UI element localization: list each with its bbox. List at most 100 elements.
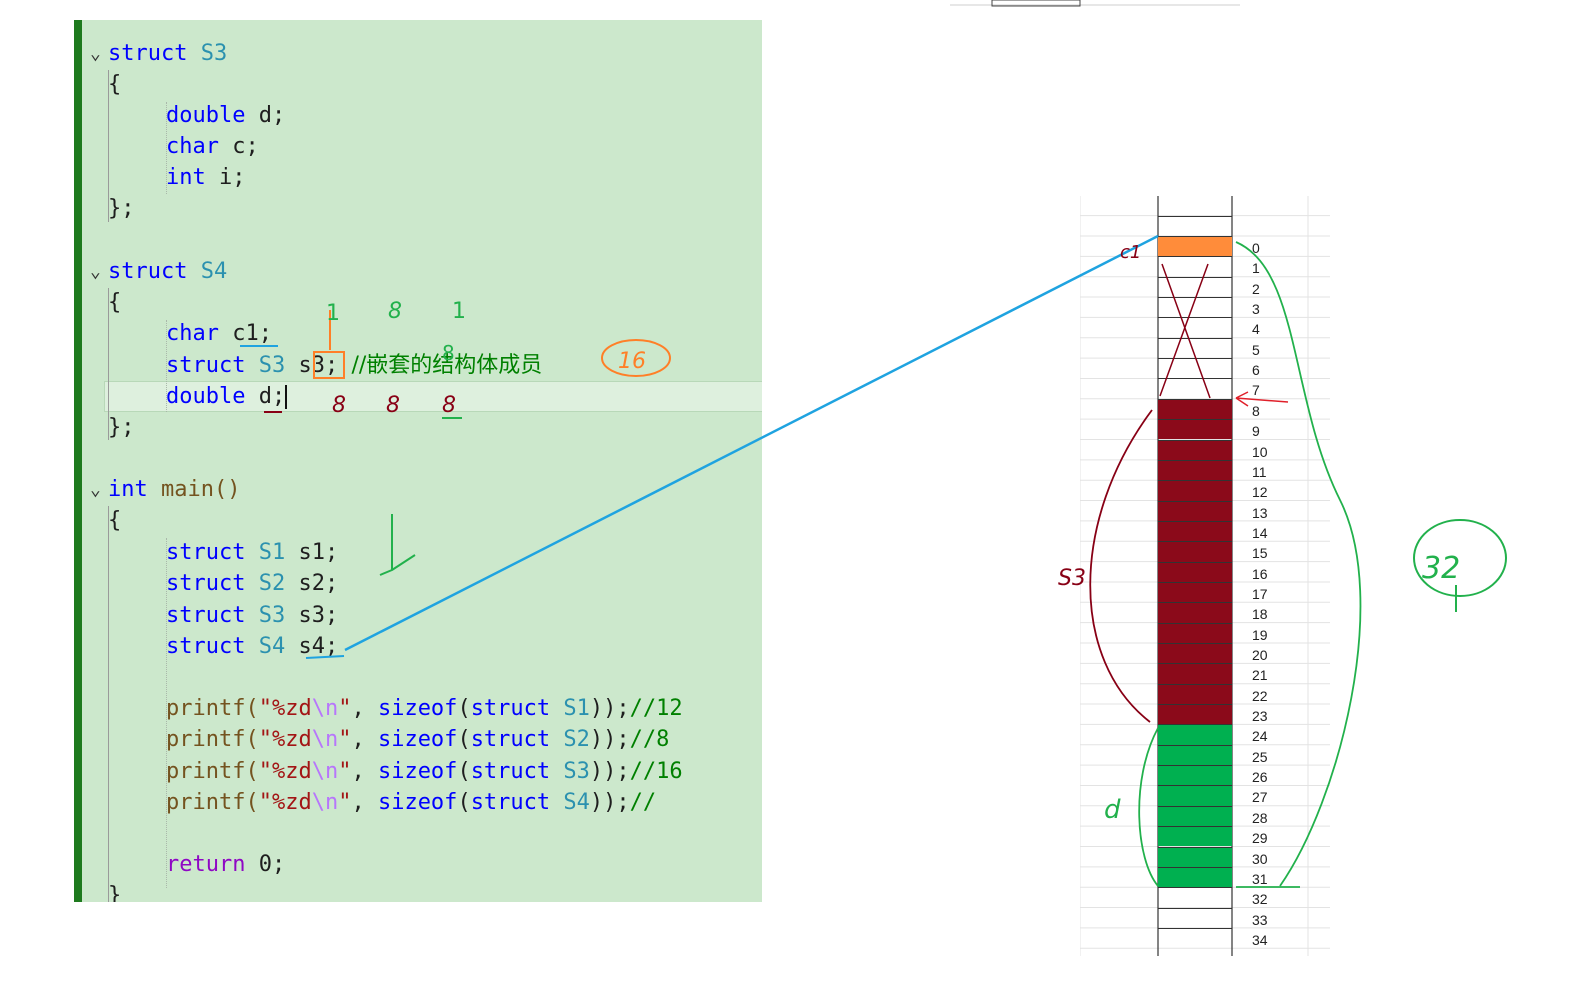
code-line[interactable]: struct S3 s3; //嵌套的结构体成员 [166,350,542,381]
code-line[interactable]: { [108,69,121,100]
byte-offset-label: 32 [1252,891,1268,908]
byte-offset-label: 1 [1252,260,1260,277]
memory-cell [1158,561,1232,582]
memory-cell [1158,866,1232,888]
memory-cell [1158,520,1232,542]
memory-cell [1158,317,1232,337]
byte-offset-label: 15 [1252,545,1268,562]
byte-offset-label: 9 [1252,423,1260,440]
memory-cell [1158,358,1232,378]
code-line[interactable]: struct S1 s1; [166,537,338,568]
byte-offset-label: 8 [1252,402,1260,419]
byte-offset-label: 11 [1252,463,1267,480]
memory-cell [1158,622,1232,643]
byte-offset-label: 18 [1252,606,1268,623]
code-line[interactable]: char c; [166,131,259,162]
memory-cell [1158,419,1232,440]
code-line[interactable]: }; [108,193,135,224]
code-line[interactable]: return 0; [166,849,285,880]
memory-cell [1158,643,1232,664]
byte-offset-label: 13 [1252,504,1268,521]
byte-offset-label: 33 [1252,911,1268,928]
code-editor[interactable]: ⌄ struct S3 { double d; char c; int i; }… [74,20,762,902]
byte-offset-label: 0 [1252,240,1260,256]
memory-cell [1158,337,1232,358]
code-line-current[interactable]: double d; [166,381,288,412]
byte-offset-label: 19 [1252,626,1268,643]
code-line[interactable]: printf("%zd\n", sizeof(struct S2));//8 [166,724,669,755]
byte-offset-label: 10 [1252,443,1268,460]
code-line[interactable]: { [108,287,121,318]
memory-cell [1158,581,1232,603]
code-line[interactable]: printf("%zd\n", sizeof(struct S1));//12 [166,693,683,724]
byte-offset-label: 26 [1252,769,1268,786]
code-line[interactable]: struct S3 [108,38,227,69]
memory-cell [1158,887,1232,907]
memory-cell [1158,805,1232,827]
code-line[interactable]: }; [108,412,135,443]
circle-mark [1413,519,1507,597]
byte-offset-label: 2 [1252,280,1260,297]
memory-layout-sheet: 0 1 2 3 4 5 6 7 8 9 10 11 12 13 14 15 16 17 18 19 20 21 22 23 24… [1080,196,1330,956]
code-line[interactable]: char c1; [166,318,272,349]
fold-toggle-s4[interactable]: ⌄ [90,256,101,287]
editor-gutter-bar [74,20,82,902]
byte-offset-label: 4 [1252,321,1260,338]
byte-offset-label: 24 [1252,728,1268,745]
memory-cell [1158,683,1232,705]
byte-offset-label: 20 [1252,647,1268,663]
memory-cell [1158,602,1232,623]
memory-cell [1158,236,1232,257]
memory-cell [1158,459,1232,481]
byte-offset-label: 7 [1252,382,1260,399]
byte-offset-label: 30 [1252,850,1268,867]
fold-toggle-s3[interactable]: ⌄ [90,38,101,69]
memory-cell [1158,276,1232,297]
code-line[interactable]: struct S4 s4; [166,631,338,662]
byte-offset-label: 12 [1252,484,1268,501]
code-line[interactable]: struct S4 [108,256,227,287]
memory-cell [1158,765,1232,786]
byte-offset-label: 27 [1252,789,1268,806]
byte-offset-label: 34 [1252,931,1268,948]
fold-toggle-main[interactable]: ⌄ [90,474,101,505]
byte-offset-label: 31 [1252,870,1268,887]
byte-offset-label: 25 [1252,748,1268,765]
memory-cell [1158,704,1232,725]
byte-offset-label: 23 [1252,708,1268,725]
memory-cell [1158,297,1232,317]
byte-offset-label: 21 [1252,667,1268,684]
byte-offset-label: 17 [1252,585,1268,602]
memory-cell [1158,500,1232,521]
memory-cell [1158,480,1232,501]
table-cell-edge [991,0,1081,7]
memory-cell [1158,256,1232,276]
byte-offset-label: 29 [1252,830,1268,847]
memory-cell [1158,398,1232,420]
memory-cell [1158,378,1232,398]
memory-cell [1158,541,1232,562]
code-line[interactable]: int main() [108,474,240,505]
code-line[interactable]: printf("%zd\n", sizeof(struct S3));//16 [166,756,683,787]
byte-offset-label: 28 [1252,809,1268,826]
code-line[interactable]: int i; [166,162,246,193]
byte-offset-label: 6 [1252,362,1260,379]
memory-cell [1158,724,1232,745]
memory-cell [1158,663,1232,684]
memory-cell [1158,927,1232,948]
code-line[interactable]: struct S3 s3; [166,600,338,631]
code-line[interactable]: } [108,880,121,902]
memory-cell [1158,907,1232,928]
byte-offset-label: 16 [1252,565,1268,582]
memory-cell [1158,826,1232,847]
byte-offset-label: 22 [1252,687,1268,704]
memory-cell [1158,785,1232,806]
code-line[interactable]: struct S2 s2; [166,568,338,599]
memory-cell [1158,846,1232,867]
code-line[interactable]: { [108,505,121,536]
memory-cell [1158,215,1232,236]
total-size-annotation: 32 [1422,551,1460,586]
code-line[interactable]: printf("%zd\n", sizeof(struct S4));// [166,787,656,818]
code-line[interactable]: double d; [166,100,285,131]
fold-guide [108,506,109,902]
